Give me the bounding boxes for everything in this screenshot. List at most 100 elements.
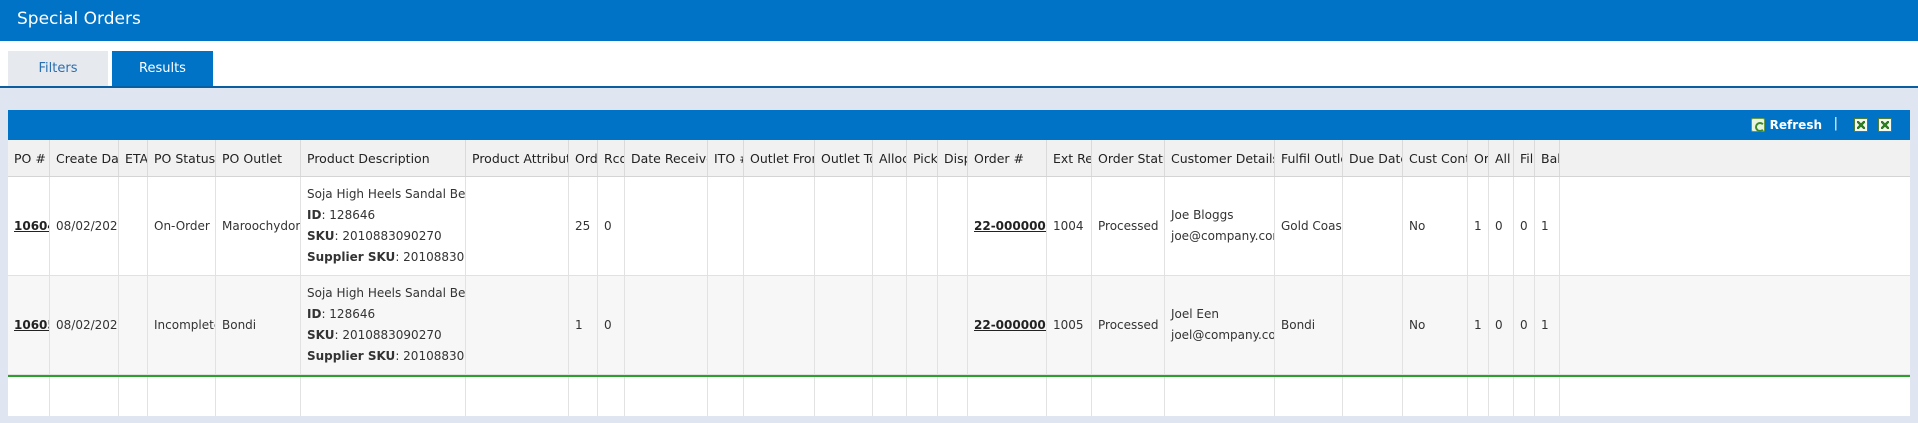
- column-header-order-no[interactable]: Order #: [968, 140, 1047, 176]
- column-header-ext-ref[interactable]: Ext Ref: [1047, 140, 1092, 176]
- column-header-product-attributes[interactable]: Product Attributes: [466, 140, 569, 176]
- po-number-link[interactable]: 10605: [14, 318, 49, 332]
- title-bar: Special Orders: [0, 0, 1918, 41]
- column-header-rcd[interactable]: Rcd: [598, 140, 625, 176]
- column-header-product-description[interactable]: Product Description: [301, 140, 466, 176]
- ext-ref-cell: 1004: [1047, 177, 1092, 275]
- empty-cell: [1343, 377, 1403, 416]
- po-number-link[interactable]: 10604: [14, 219, 49, 233]
- product-description-cell: Soja High Heels Sandal BeigeID: 128646SK…: [301, 177, 466, 275]
- empty-cell: [1514, 377, 1535, 416]
- po-status-cell: Incomplete: [148, 276, 216, 374]
- outlet-from-cell: [744, 177, 815, 275]
- column-header-po-outlet[interactable]: PO Outlet: [216, 140, 301, 176]
- empty-cell: [1403, 377, 1468, 416]
- due-date-cell: [1343, 177, 1403, 275]
- empty-cell: [938, 377, 968, 416]
- customer-details-cell: Joel Een joel@company.com: [1165, 276, 1275, 374]
- ito-cell: [708, 177, 744, 275]
- empty-cell: [1165, 377, 1275, 416]
- product-sku-line: SKU: 2010883090270: [307, 226, 442, 247]
- cust-cont-cell: No: [1403, 276, 1468, 374]
- product-id-line: ID: 128646: [307, 205, 375, 226]
- column-header-customer-details[interactable]: Customer Details: [1165, 140, 1275, 176]
- order-no-cell: 22-00000005: [968, 177, 1047, 275]
- supplier-sku-label: Supplier SKU: [307, 250, 396, 264]
- empty-cell: [569, 377, 598, 416]
- column-header-ito[interactable]: ITO #: [708, 140, 744, 176]
- toolbar-separator: |: [1833, 116, 1838, 131]
- refresh-button[interactable]: Refresh: [1750, 116, 1822, 134]
- customer-details-cell: Joe Bloggs joe@company.com: [1165, 177, 1275, 275]
- po-status-cell: On-Order: [148, 177, 216, 275]
- product-sku-line: SKU: 2010883090270: [307, 325, 442, 346]
- tab-filters[interactable]: Filters: [8, 51, 108, 87]
- empty-cell: [50, 377, 119, 416]
- refresh-icon: [1750, 118, 1765, 132]
- all-cell: 0: [1489, 276, 1514, 374]
- outlet-to-cell: [815, 177, 873, 275]
- column-header-fulfil-outlet[interactable]: Fulfil Outlet: [1275, 140, 1343, 176]
- product-id-value: 128646: [329, 208, 376, 222]
- column-header-create-date[interactable]: Create Date: [50, 140, 119, 176]
- product-id-value: 128646: [329, 307, 376, 321]
- order-status-cell: Processed: [1092, 177, 1165, 275]
- empty-cell: [625, 377, 708, 416]
- ito-cell: [708, 276, 744, 374]
- product-name: Soja High Heels Sandal Beige: [307, 187, 466, 201]
- empty-cell: [708, 377, 744, 416]
- column-header-cust-cont[interactable]: Cust Cont: [1403, 140, 1468, 176]
- tab-results[interactable]: Results: [112, 51, 213, 87]
- empty-cell: [744, 377, 815, 416]
- column-header-eta[interactable]: ETA: [119, 140, 148, 176]
- excel-icon[interactable]: [1854, 118, 1868, 132]
- rcd-cell: 0: [598, 177, 625, 275]
- table-row[interactable]: 1060408/02/2022 On-OrderMaroochydore Soja …: [8, 177, 1910, 276]
- order-status-cell: Processed: [1092, 276, 1165, 374]
- column-header-order-status[interactable]: Order Status: [1092, 140, 1165, 176]
- product-id-label: ID: [307, 307, 322, 321]
- all-cell: 0: [1489, 177, 1514, 275]
- po-outlet-cell: Bondi: [216, 276, 301, 374]
- table-row[interactable]: 1060508/02/2022IncompleteBondiSoja High …: [8, 276, 1910, 375]
- product-id-line: ID: 128646: [307, 304, 375, 325]
- empty-cell: [873, 377, 907, 416]
- column-header-ord[interactable]: Ord: [569, 140, 598, 176]
- alloc-cell: [873, 276, 907, 374]
- ord-2-cell: 1: [1468, 177, 1489, 275]
- label-separator: :: [395, 250, 404, 264]
- ord-cell: 25: [569, 177, 598, 275]
- refresh-label: Refresh: [1769, 118, 1822, 132]
- export-icon[interactable]: [1878, 118, 1892, 132]
- column-header-date-received[interactable]: Date Received: [625, 140, 708, 176]
- customer-email: joel@company.com: [1171, 328, 1274, 342]
- product-id-label: ID: [307, 208, 322, 222]
- customer-name: Joe Bloggs: [1171, 208, 1234, 222]
- column-header-fill[interactable]: Fill: [1514, 140, 1535, 176]
- results-grid: PO #Create DateETAPO StatusPO OutletProd…: [8, 140, 1910, 416]
- fulfil-outlet-cell: Gold Coast: [1275, 177, 1343, 275]
- po-cell: 10604: [8, 177, 50, 275]
- supplier-sku-label: Supplier SKU: [307, 349, 396, 363]
- column-header-bal[interactable]: Bal: [1535, 140, 1560, 176]
- column-header-po[interactable]: PO #: [8, 140, 50, 176]
- column-header-alloc[interactable]: Alloc: [873, 140, 907, 176]
- product-description-cell: Soja High Heels Sandal BeigeID: 128646SK…: [301, 276, 466, 374]
- column-header-outlet-to[interactable]: Outlet To: [815, 140, 873, 176]
- table-row-new[interactable]: [8, 375, 1910, 416]
- order-number-link[interactable]: 22-00000006: [974, 318, 1046, 332]
- column-header-pick[interactable]: Pick: [907, 140, 938, 176]
- fulfil-outlet-cell: Bondi: [1275, 276, 1343, 374]
- po-cell: 10605: [8, 276, 50, 374]
- ord-cell: 1: [569, 276, 598, 374]
- column-header-disp[interactable]: Disp: [938, 140, 968, 176]
- column-header-outlet-from[interactable]: Outlet From: [744, 140, 815, 176]
- ext-ref-cell: 1005: [1047, 276, 1092, 374]
- page-title: Special Orders: [17, 9, 141, 29]
- supplier-sku-line: Supplier SKU: 2010883090270: [307, 346, 465, 367]
- column-header-po-status[interactable]: PO Status: [148, 140, 216, 176]
- order-number-link[interactable]: 22-00000005: [974, 219, 1046, 233]
- column-header-ord-2[interactable]: Ord: [1468, 140, 1489, 176]
- column-header-due-date[interactable]: Due Date: [1343, 140, 1403, 176]
- column-header-all[interactable]: All: [1489, 140, 1514, 176]
